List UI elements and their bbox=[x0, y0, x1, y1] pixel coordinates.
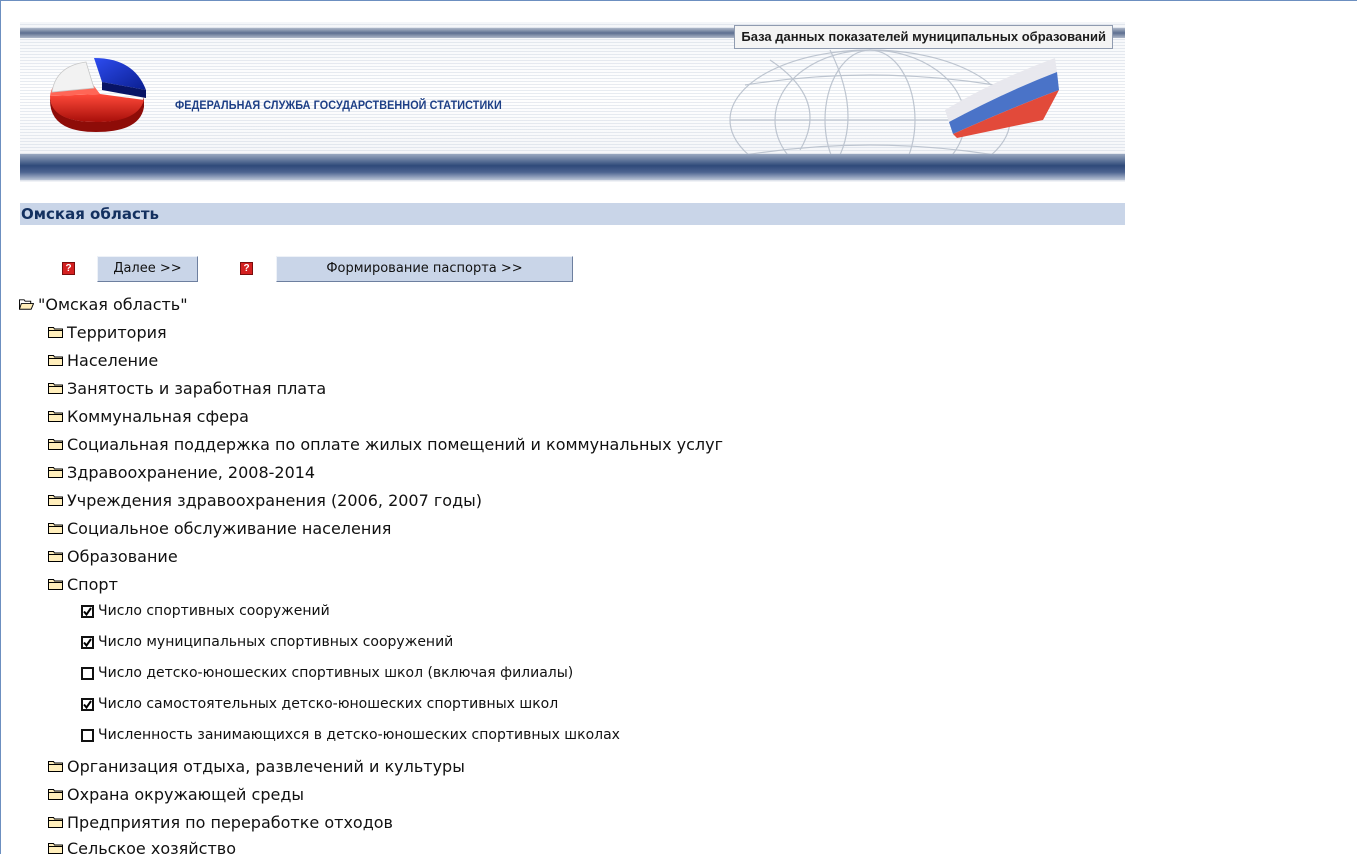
indicator-item[interactable]: Число муниципальных спортивных сооружени… bbox=[81, 632, 453, 652]
tree-section-label: Охрана окружающей среды bbox=[67, 784, 305, 804]
tree-section-label: Социальная поддержка по оплате жилых пом… bbox=[67, 434, 724, 454]
indicator-checkbox[interactable] bbox=[81, 697, 94, 711]
tree-section-label: Население bbox=[67, 350, 159, 370]
folder-icon bbox=[48, 383, 63, 394]
folder-icon bbox=[48, 579, 63, 590]
tree-section-label: Предприятия по переработке отходов bbox=[67, 812, 393, 832]
pie-chart-logo-icon bbox=[50, 58, 146, 132]
form-passport-button[interactable]: Формирование паспорта >> bbox=[276, 256, 573, 282]
tree-section[interactable]: Социальное обслуживание населения bbox=[48, 518, 391, 538]
indicator-item[interactable]: Число самостоятельных детско-юношеских с… bbox=[81, 694, 558, 714]
checkmark-icon bbox=[83, 606, 92, 616]
folder-icon bbox=[48, 411, 63, 422]
tree-section[interactable]: Учреждения здравоохранения (2006, 2007 г… bbox=[48, 490, 482, 510]
tree-section-label: Учреждения здравоохранения (2006, 2007 г… bbox=[67, 490, 483, 510]
indicator-item[interactable]: Численность занимающихся в детско-юношес… bbox=[81, 725, 620, 745]
tree-section[interactable]: Социальная поддержка по оплате жилых пом… bbox=[48, 434, 723, 454]
folder-icon bbox=[48, 761, 63, 772]
tree-root-label: "Омская область" bbox=[38, 294, 188, 314]
indicator-label: Число детско-юношеских спортивных школ (… bbox=[98, 665, 574, 681]
tree-section-label: Территория bbox=[67, 322, 167, 342]
indicator-label: Число самостоятельных детско-юношеских с… bbox=[98, 696, 559, 712]
checkmark-icon bbox=[83, 637, 92, 647]
folder-icon bbox=[48, 327, 63, 338]
folder-icon bbox=[48, 817, 63, 828]
indicator-item[interactable]: Число детско-юношеских спортивных школ (… bbox=[81, 663, 573, 683]
tree-section-sport[interactable]: Спорт bbox=[48, 574, 118, 594]
indicator-checkbox[interactable] bbox=[81, 635, 94, 649]
indicator-checkbox[interactable] bbox=[81, 604, 94, 618]
indicator-label: Численность занимающихся в детско-юношес… bbox=[98, 727, 620, 743]
folder-icon bbox=[48, 439, 63, 450]
tree-section[interactable]: Охрана окружающей среды bbox=[48, 784, 304, 804]
folder-icon bbox=[48, 523, 63, 534]
indicator-item[interactable]: Число спортивных сооружений bbox=[81, 601, 330, 621]
tree-section[interactable]: Сельское хозяйство bbox=[48, 838, 236, 858]
tree-section[interactable]: Организация отдыха, развлечений и культу… bbox=[48, 756, 465, 776]
tree-section[interactable]: Территория bbox=[48, 322, 167, 342]
folder-icon bbox=[48, 495, 63, 506]
folder-icon bbox=[48, 467, 63, 478]
indicator-checkbox[interactable] bbox=[81, 728, 94, 742]
folder-icon bbox=[48, 843, 63, 854]
russia-flag-graphic bbox=[945, 58, 1059, 138]
tree-section-label: Сельское хозяйство bbox=[67, 838, 236, 858]
tree-section[interactable]: Коммунальная сфера bbox=[48, 406, 249, 426]
folder-icon bbox=[48, 789, 63, 800]
tree-section[interactable]: Предприятия по переработке отходов bbox=[48, 812, 393, 832]
indicator-label: Число муниципальных спортивных сооружени… bbox=[98, 634, 454, 650]
indicator-checkbox[interactable] bbox=[81, 666, 94, 680]
help-icon-passport[interactable]: ? bbox=[240, 262, 253, 275]
tree-section-label: Коммунальная сфера bbox=[67, 406, 249, 426]
banner-bottom-bar bbox=[20, 154, 1125, 180]
region-title: Омская область bbox=[20, 203, 1125, 225]
tree-section-label: Занятость и заработная плата bbox=[67, 378, 327, 398]
tree-section[interactable]: Образование bbox=[48, 546, 178, 566]
header-banner: База данных показателей муниципальных об… bbox=[20, 22, 1125, 182]
next-button[interactable]: Далее >> bbox=[97, 256, 198, 282]
tree-section-label: Социальное обслуживание населения bbox=[67, 518, 392, 538]
database-title: База данных показателей муниципальных об… bbox=[734, 25, 1113, 49]
tree-section-label: Организация отдыха, развлечений и культу… bbox=[67, 756, 465, 776]
tree-section[interactable]: Здравоохранение, 2008-2014 bbox=[48, 462, 315, 482]
tree-root[interactable]: "Омская область" bbox=[19, 294, 188, 314]
tree-section-label: Здравоохранение, 2008-2014 bbox=[67, 462, 316, 482]
checkmark-icon bbox=[83, 699, 92, 709]
organization-title: ФЕДЕРАЛЬНАЯ СЛУЖБА ГОСУДАРСТВЕННОЙ СТАТИ… bbox=[175, 98, 502, 112]
tree-section[interactable]: Занятость и заработная плата bbox=[48, 378, 326, 398]
indicator-label: Число спортивных сооружений bbox=[98, 603, 330, 619]
tree-section-label: Спорт bbox=[67, 574, 118, 594]
open-folder-icon bbox=[19, 299, 34, 310]
help-icon[interactable]: ? bbox=[62, 262, 75, 275]
folder-icon bbox=[48, 551, 63, 562]
folder-icon bbox=[48, 355, 63, 366]
tree-section-label: Образование bbox=[67, 546, 178, 566]
tree-section[interactable]: Население bbox=[48, 350, 158, 370]
